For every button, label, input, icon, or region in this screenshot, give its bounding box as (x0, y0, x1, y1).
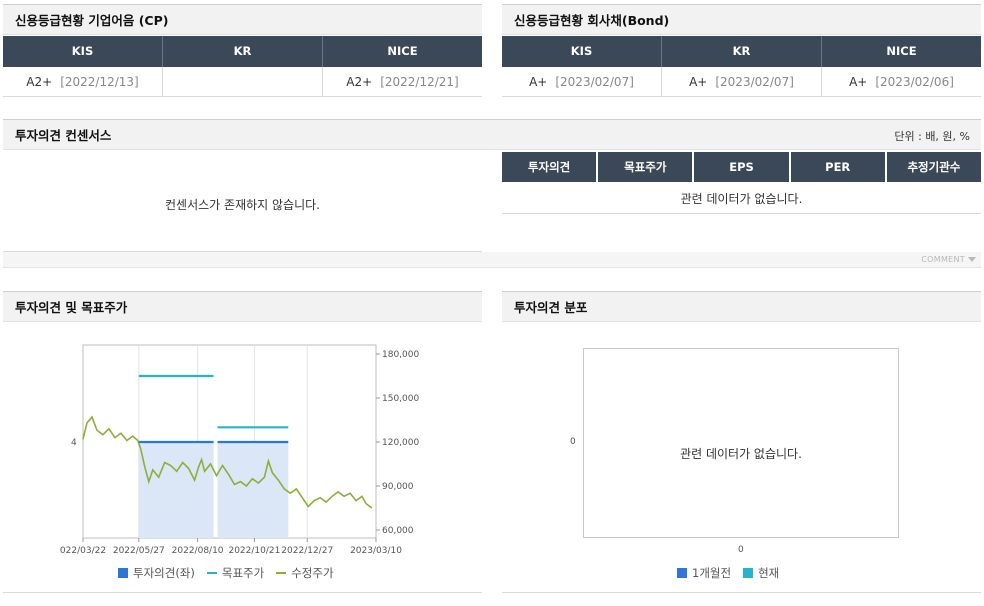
bond-title-text: 신용등급현황 회사채(Bond) (514, 13, 670, 28)
comment-toggle[interactable]: COMMENT (921, 255, 976, 264)
opinion-area (138, 442, 214, 538)
y-left-tick-label: 4 (71, 438, 77, 448)
comment-bar (3, 252, 981, 268)
opinion-area (217, 442, 289, 538)
consensus-header-eps: EPS (694, 152, 789, 182)
legend-price: 수정주가 (276, 565, 334, 581)
bond-header-row: KIS KR NICE (502, 36, 981, 67)
cp-value-kis: A2+ [2022/12/13] (3, 67, 163, 96)
cp-value-nice: A2+ [2022/12/21] (323, 67, 482, 96)
distribution-empty-message: 관련 데이터가 없습니다. (680, 447, 802, 461)
bond-header-nice: NICE (886, 44, 917, 58)
consensus-table-header: 투자의견 목표주가 EPS PER 추정기관수 (502, 152, 982, 182)
cp-date-nice: [2022/12/21] (380, 75, 459, 89)
x-tick-label: 2022/10/21 (228, 546, 280, 556)
distribution-plot-area (583, 348, 899, 538)
cp-header-kr: KR (163, 36, 323, 67)
cp-header-row: KIS KR NICE (3, 36, 482, 67)
cp-date-kis: [2022/12/13] (60, 75, 139, 89)
y-right-tick-label: 90,000 (382, 482, 414, 492)
legend-current-swatch (743, 568, 754, 578)
bond-value-nice: A+ [2023/02/06] (822, 67, 981, 96)
opinion-chart: 180,000 150,000 120,000 90,000 60,000 4 022/03… (60, 344, 419, 556)
bond-date-kis: [2023/02/07] (555, 75, 634, 89)
legend-prev-month: 1개월전 (677, 565, 731, 581)
y-right-tick-label: 180,000 (382, 350, 419, 360)
consensus-section-title: 투자의견 컨센서스 (3, 119, 981, 150)
cp-grade-nice: A2+ (346, 75, 373, 89)
legend-price-swatch (276, 572, 287, 574)
distribution-x-tick: 0 (738, 545, 744, 555)
y-right-tick-label: 120,000 (382, 438, 419, 448)
distribution-chart-title: 투자의견 분포 (502, 291, 981, 322)
consensus-unit-label: 단위 : 배, 원, % (894, 130, 970, 143)
opinion-chart-legend: 투자의견(좌) 목표주가 수정주가 (118, 565, 334, 581)
distribution-chart-bottom-border (502, 592, 981, 593)
consensus-title-text: 투자의견 컨센서스 (15, 128, 112, 143)
bond-section-title: 신용등급현황 회사채(Bond) (502, 4, 981, 35)
bond-date-kr: [2023/02/07] (715, 75, 794, 89)
cp-header-nice: NICE (387, 44, 418, 58)
bond-grade-kis: A+ (529, 75, 548, 89)
legend-target: 목표주가 (206, 565, 265, 581)
consensus-empty-message: 컨센서스가 존재하지 않습니다. (165, 198, 320, 212)
cp-title-text: 신용등급현황 기업어음 (CP) (15, 13, 169, 28)
consensus-header-opinion: 투자의견 (502, 152, 597, 182)
bond-header-kis: KIS (502, 36, 662, 67)
legend-opinion-label: 투자의견(좌) (133, 566, 195, 580)
consensus-header-count: 추정기관수 (886, 152, 982, 182)
consensus-header-per: PER (790, 152, 885, 182)
legend-target-label: 목표주가 (221, 566, 265, 580)
distribution-chart-title-text: 투자의견 분포 (514, 300, 588, 315)
cp-header-kis: KIS (3, 36, 163, 67)
consensus-header-target: 목표주가 (598, 152, 693, 182)
distribution-legend: 1개월전 현재 (677, 565, 779, 581)
legend-opinion-swatch (118, 568, 128, 578)
opinion-chart-plot: 180,000 150,000 120,000 90,000 60,000 4 022/03… (60, 344, 419, 556)
opinion-chart-title: 투자의견 및 목표주가 (3, 291, 482, 322)
cp-section-title: 신용등급현황 기업어음 (CP) (3, 4, 482, 35)
x-tick-label: 2022/08/10 (172, 546, 224, 556)
x-tick-label: 2022/12/27 (281, 546, 333, 556)
distribution-y-tick: 0 (570, 437, 576, 447)
bond-value-kr: A+ [2023/02/07] (662, 67, 822, 96)
legend-prev-label: 1개월전 (692, 566, 732, 580)
x-tick-label: 2022/05/27 (113, 546, 165, 556)
legend-prev-swatch (677, 568, 687, 578)
bond-grade-nice: A+ (849, 75, 868, 89)
consensus-table-divider (502, 213, 981, 214)
legend-price-label: 수정주가 (291, 566, 334, 580)
opinion-chart-title-text: 투자의견 및 목표주가 (15, 300, 128, 315)
y-right-tick-label: 60,000 (382, 526, 414, 536)
comment-label: COMMENT (921, 255, 965, 264)
legend-target-swatch (206, 572, 217, 574)
consensus-table-empty: 관련 데이터가 없습니다. (680, 192, 803, 206)
cp-grade-kis: A2+ (26, 75, 53, 89)
bond-date-nice: [2023/02/06] (875, 75, 954, 89)
chevron-down-icon (968, 257, 976, 262)
legend-current: 현재 (743, 565, 779, 581)
bond-header-kr: KR (662, 36, 822, 67)
opinion-chart-bottom-border (3, 592, 482, 593)
cp-value-kr (163, 67, 323, 96)
bond-value-row: A+ [2023/02/07] A+ [2023/02/07] A+ [2023/02… (502, 67, 981, 97)
bond-value-kis: A+ [2023/02/07] (502, 67, 662, 96)
cp-value-row: A2+ [2022/12/13] A2+ [2022/12/21] (3, 67, 482, 97)
x-tick-label: 022/03/22 (60, 546, 106, 556)
x-tick-label: 2023/03/10 (350, 546, 402, 556)
legend-opinion: 투자의견(좌) (118, 565, 195, 581)
legend-current-label: 현재 (758, 566, 780, 580)
y-right-tick-label: 150,000 (382, 394, 419, 404)
bond-grade-kr: A+ (689, 75, 708, 89)
